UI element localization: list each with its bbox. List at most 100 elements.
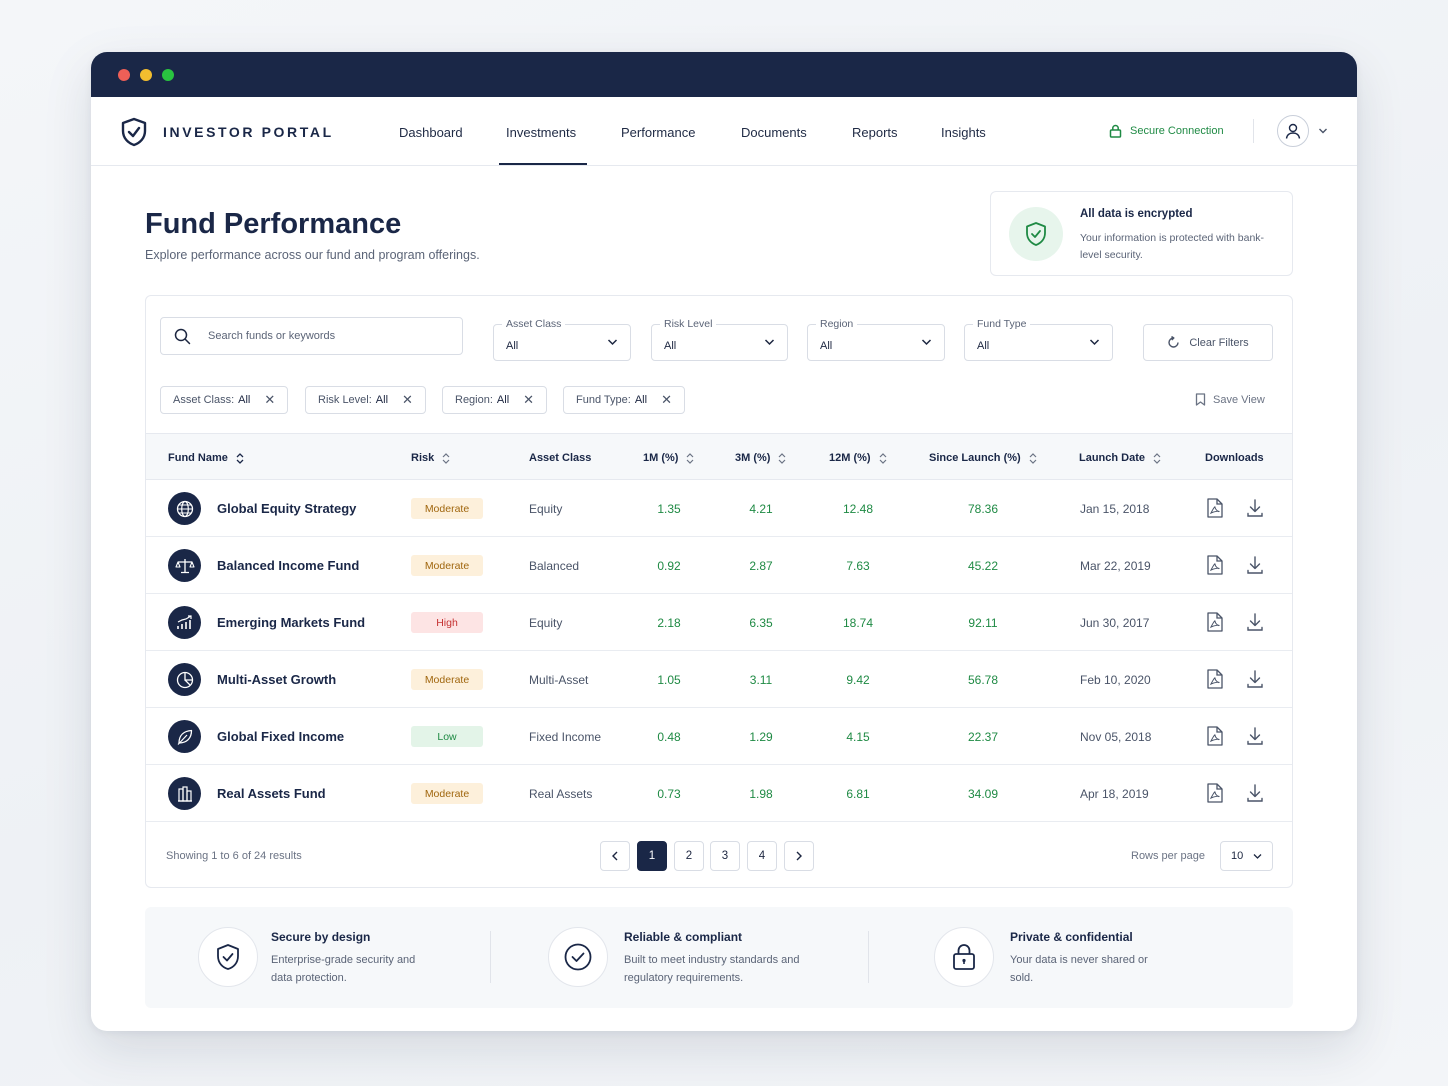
- return-12m-cell: 18.74: [842, 616, 874, 630]
- page-button-2[interactable]: 2: [674, 841, 704, 871]
- table-header: Fund Name Risk Asset Class 1M (%) 3M (%)…: [146, 433, 1292, 480]
- pdf-document-icon[interactable]: [1206, 726, 1224, 746]
- results-count: Showing 1 to 6 of 24 results: [166, 850, 302, 862]
- leaf-icon: [168, 720, 201, 753]
- close-icon[interactable]: ✕: [264, 392, 275, 408]
- column-header-label: Risk: [411, 452, 435, 464]
- close-icon[interactable]: ✕: [402, 392, 413, 408]
- chip-value: All: [375, 394, 389, 406]
- save-view-label: Save View: [1213, 393, 1265, 406]
- table-row[interactable]: Global Equity Strategy Moderate Equity 1…: [146, 480, 1292, 537]
- chip-value: All: [496, 394, 510, 406]
- column-header-12m[interactable]: 12M (%): [829, 452, 887, 464]
- download-icon[interactable]: [1246, 555, 1264, 575]
- pdf-document-icon[interactable]: [1206, 498, 1224, 518]
- page-button-4[interactable]: 4: [747, 841, 777, 871]
- nav-divider: [1253, 119, 1254, 143]
- nav-investments[interactable]: Investments: [506, 125, 576, 140]
- close-icon[interactable]: ✕: [523, 392, 534, 408]
- maximize-window-button[interactable]: [162, 69, 174, 81]
- return-12m-cell: 4.15: [846, 730, 870, 744]
- growth-chart-icon: [168, 606, 201, 639]
- download-icon[interactable]: [1246, 783, 1264, 803]
- nav-insights[interactable]: Insights: [941, 125, 986, 140]
- search-box[interactable]: [160, 317, 463, 355]
- nav-reports[interactable]: Reports: [852, 125, 898, 140]
- download-icon[interactable]: [1246, 669, 1264, 689]
- encryption-title: All data is encrypted: [1080, 208, 1193, 220]
- asset-class-select[interactable]: Asset Class All: [493, 318, 631, 361]
- fund-name[interactable]: Emerging Markets Fund: [217, 615, 365, 630]
- column-header-launch-date[interactable]: Launch Date: [1079, 452, 1161, 464]
- table-row[interactable]: Real Assets Fund Moderate Real Assets 0.…: [146, 765, 1292, 822]
- lock-icon: [1109, 124, 1122, 138]
- rows-per-page-value: 10: [1231, 850, 1244, 862]
- secure-connection-status: Secure Connection: [1109, 124, 1224, 138]
- pdf-document-icon[interactable]: [1206, 612, 1224, 632]
- search-input[interactable]: [208, 330, 438, 342]
- page-button-3[interactable]: 3: [710, 841, 740, 871]
- fund-type-select[interactable]: Fund Type All: [964, 318, 1113, 361]
- return-12m-cell: 7.63: [846, 559, 870, 573]
- table-row[interactable]: Global Fixed Income Low Fixed Income 0.4…: [146, 708, 1292, 765]
- fund-name[interactable]: Global Fixed Income: [217, 729, 344, 744]
- minimize-window-button[interactable]: [140, 69, 152, 81]
- chevron-down-icon[interactable]: [1318, 127, 1328, 135]
- page-button-1[interactable]: 1: [637, 841, 667, 871]
- download-icon[interactable]: [1246, 498, 1264, 518]
- chip-label: Fund Type:: [576, 394, 631, 406]
- sort-icon: [1029, 452, 1037, 464]
- nav-documents[interactable]: Documents: [741, 125, 807, 140]
- clear-filters-button[interactable]: Clear Filters: [1143, 324, 1273, 361]
- column-header-3m[interactable]: 3M (%): [735, 452, 786, 464]
- fund-name[interactable]: Global Equity Strategy: [217, 501, 356, 516]
- close-window-button[interactable]: [118, 69, 130, 81]
- save-view-button[interactable]: Save View: [1195, 393, 1265, 406]
- return-1m-cell: 0.92: [657, 559, 681, 573]
- user-avatar-button[interactable]: [1277, 115, 1309, 147]
- previous-page-button[interactable]: [600, 841, 630, 871]
- table-row[interactable]: Balanced Income Fund Moderate Balanced 0…: [146, 537, 1292, 594]
- return-since-launch-cell: 45.22: [967, 559, 999, 573]
- column-header-fund-name[interactable]: Fund Name: [168, 452, 244, 464]
- active-nav-indicator: [499, 163, 587, 165]
- close-icon[interactable]: ✕: [661, 392, 672, 408]
- asset-class-cell: Balanced: [529, 559, 580, 573]
- region-select[interactable]: Region All: [807, 318, 945, 361]
- launch-date-cell: Mar 22, 2019: [1080, 559, 1151, 573]
- risk-badge: Moderate: [411, 555, 483, 576]
- column-header-label: 12M (%): [829, 452, 871, 464]
- feature-title: Reliable & compliant: [624, 930, 743, 944]
- column-header-1m[interactable]: 1M (%): [643, 452, 694, 464]
- fund-name[interactable]: Real Assets Fund: [217, 786, 326, 801]
- chip-label: Region:: [455, 394, 493, 406]
- feature-text: Your data is never shared or sold.: [1010, 954, 1148, 984]
- nav-dashboard[interactable]: Dashboard: [399, 125, 463, 140]
- return-3m-cell: 4.21: [749, 502, 773, 516]
- fund-name[interactable]: Balanced Income Fund: [217, 558, 359, 573]
- download-icon[interactable]: [1246, 612, 1264, 632]
- brand-logo[interactable]: INVESTOR PORTAL: [120, 117, 334, 147]
- pdf-document-icon[interactable]: [1206, 669, 1224, 689]
- nav-performance[interactable]: Performance: [621, 125, 695, 140]
- sort-icon: [879, 452, 886, 464]
- column-header-since-launch[interactable]: Since Launch (%): [929, 452, 1037, 464]
- next-page-button[interactable]: [784, 841, 814, 871]
- table-row[interactable]: Emerging Markets Fund High Equity 2.18 6…: [146, 594, 1292, 651]
- fund-name[interactable]: Multi-Asset Growth: [217, 672, 336, 687]
- sort-icon: [442, 452, 450, 464]
- column-header-risk[interactable]: Risk: [411, 452, 450, 464]
- table-row[interactable]: Multi-Asset Growth Moderate Multi-Asset …: [146, 651, 1292, 708]
- encryption-text: Your information is protected with bank-…: [1080, 232, 1265, 261]
- pdf-document-icon[interactable]: [1206, 555, 1224, 575]
- risk-level-select-label: Risk Level: [660, 318, 717, 330]
- asset-class-select-value: All: [506, 340, 519, 352]
- feature-text: Enterprise-grade security and data prote…: [271, 954, 416, 984]
- chevron-down-icon: [1089, 339, 1100, 346]
- rows-per-page-select[interactable]: 10: [1220, 841, 1273, 871]
- pdf-document-icon[interactable]: [1206, 783, 1224, 803]
- return-since-launch-cell: 78.36: [967, 502, 999, 516]
- download-icon[interactable]: [1246, 726, 1264, 746]
- risk-level-select[interactable]: Risk Level All: [651, 318, 788, 361]
- column-header-label: Downloads: [1205, 452, 1264, 464]
